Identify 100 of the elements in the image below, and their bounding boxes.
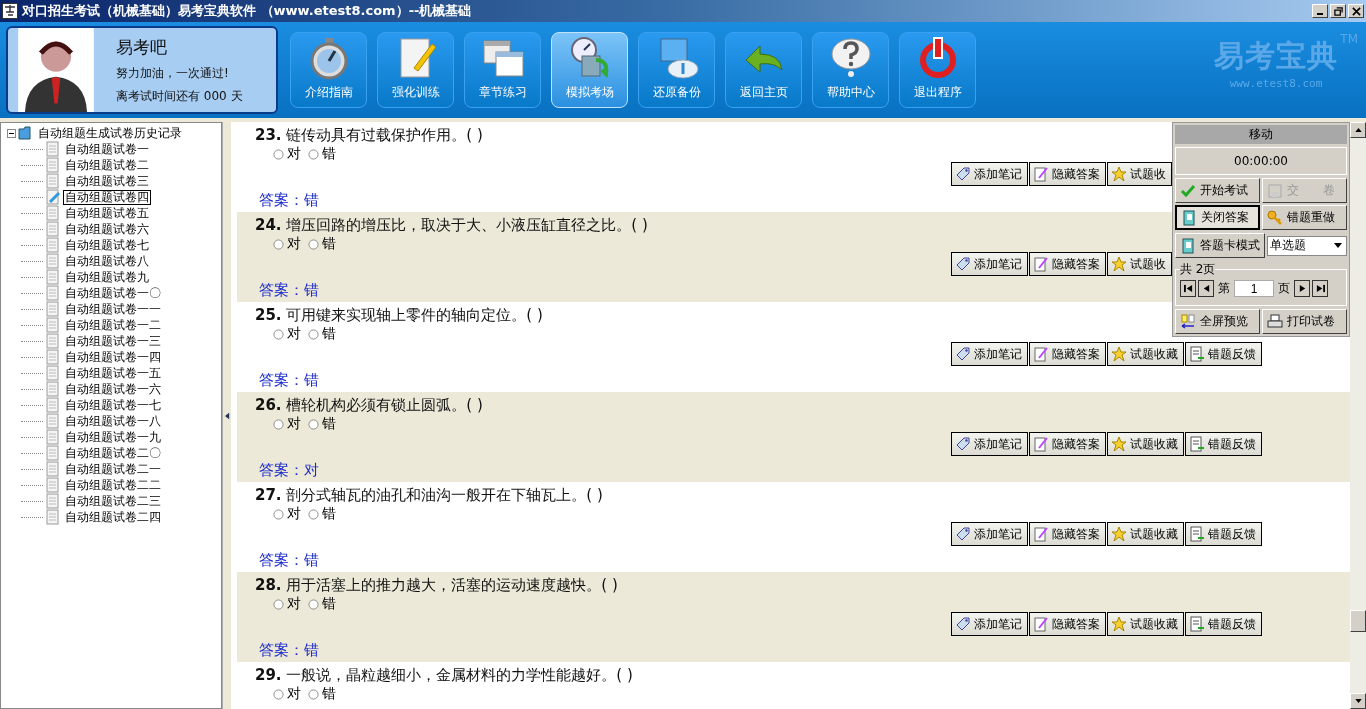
action-button[interactable]: 添加笔记 [951,522,1028,546]
trademark-mark: TM [1340,32,1358,46]
minimize-button[interactable] [1312,4,1328,18]
tree-item[interactable]: 自动组题试卷三 [63,173,151,189]
tree-item[interactable]: 自动组题试卷八 [63,253,151,269]
tree-item[interactable]: 自动组题试卷一〇 [63,285,163,301]
tree-item[interactable]: 自动组题试卷一九 [63,429,163,445]
scroll-thumb[interactable] [1350,610,1366,632]
radio-button[interactable] [273,238,284,250]
radio-button[interactable] [273,598,284,610]
tree-item[interactable]: 自动组题试卷一四 [63,349,163,365]
action-button[interactable]: 添加笔记 [951,252,1028,276]
radio-button[interactable] [308,418,319,430]
toolbar-button[interactable]: 章节练习 [464,32,541,108]
action-button[interactable]: 试题收藏 [1107,612,1184,636]
first-page-button[interactable] [1180,280,1196,297]
answer-text: 答案：对 [259,461,319,480]
splitter[interactable] [222,122,231,709]
tree-item[interactable]: 自动组题试卷六 [63,221,151,237]
toolbar-button[interactable]: 返回主页 [725,32,802,108]
panel-button[interactable]: 全屏预览 [1175,309,1260,334]
action-button[interactable]: 隐藏答案 [1029,252,1106,276]
panel-button[interactable]: 打印试卷 [1262,309,1347,334]
action-button[interactable]: 试题收藏 [1107,342,1184,366]
page-input[interactable]: 1 [1234,280,1274,297]
next-page-button[interactable] [1294,280,1310,297]
vertical-scrollbar[interactable] [1350,122,1366,709]
radio-button[interactable] [308,148,319,160]
tree-item[interactable]: 自动组题试卷一 [63,141,151,157]
radio-button[interactable] [273,688,284,700]
action-button[interactable]: 隐藏答案 [1029,432,1106,456]
tree-item[interactable]: 自动组题试卷一五 [63,365,163,381]
action-button[interactable]: 错题反馈 [1185,522,1262,546]
action-button[interactable]: 隐藏答案 [1029,342,1106,366]
action-button[interactable]: 错题反馈 [1185,432,1262,456]
close-button[interactable] [1348,4,1364,18]
tree-item[interactable]: 自动组题试卷五 [63,205,151,221]
tree-item[interactable]: 自动组题生成试卷历史记录 [36,125,184,141]
radio-button[interactable] [273,148,284,160]
tag-icon [955,346,971,362]
answer-card-button[interactable]: 答题卡模式 [1175,233,1265,258]
document-icon [45,333,61,349]
action-button[interactable]: 错题反馈 [1185,612,1262,636]
toolbar-button[interactable]: 还原备份 [638,32,715,108]
panel-button[interactable]: 开始考试 [1175,178,1260,203]
tree-item[interactable]: 自动组题试卷二三 [63,493,163,509]
action-button[interactable]: 试题收藏 [1107,522,1184,546]
action-button[interactable]: 试题收 [1107,252,1172,276]
panel-title[interactable]: 移动 [1175,125,1347,144]
action-button[interactable]: 试题收 [1107,162,1172,186]
action-button[interactable]: 隐藏答案 [1029,522,1106,546]
toolbar-button[interactable]: 强化训练 [377,32,454,108]
tree-item[interactable]: 自动组题试卷一一 [63,301,163,317]
scroll-up-button[interactable] [1350,122,1366,138]
tree-item[interactable]: 自动组题试卷一七 [63,397,163,413]
tree-item[interactable]: 自动组题试卷七 [63,237,151,253]
action-button[interactable]: 添加笔记 [951,432,1028,456]
tree-item[interactable]: 自动组题试卷一八 [63,413,163,429]
action-button[interactable]: 添加笔记 [951,162,1028,186]
tree-item[interactable]: 自动组题试卷二 [63,157,151,173]
question-type-dropdown[interactable]: 单选题 [1267,235,1347,256]
question-text: 26. 槽轮机构必须有锁止圆弧。( ) [255,395,483,415]
radio-button[interactable] [273,508,284,520]
document-icon [45,221,61,237]
collapse-toggle[interactable] [7,128,16,138]
toolbar-button[interactable]: 介绍指南 [290,32,367,108]
tree-item[interactable]: 自动组题试卷二二 [63,477,163,493]
action-button[interactable]: 添加笔记 [951,342,1028,366]
radio-button[interactable] [273,328,284,340]
tree-item[interactable]: 自动组题试卷二一 [63,461,163,477]
tree-item[interactable]: 自动组题试卷一六 [63,381,163,397]
panel-button[interactable]: 关闭答案 [1175,205,1260,230]
tree-item[interactable]: 自动组题试卷二〇 [63,445,163,461]
radio-button[interactable] [308,688,319,700]
close-icon [1351,6,1361,16]
tree-item[interactable]: 自动组题试卷一二 [63,317,163,333]
action-button[interactable]: 添加笔记 [951,612,1028,636]
action-button[interactable]: 隐藏答案 [1029,612,1106,636]
radio-button[interactable] [308,328,319,340]
last-page-button[interactable] [1312,280,1328,297]
restore-button[interactable] [1330,4,1346,18]
toolbar-button[interactable]: 退出程序 [899,32,976,108]
radio-button[interactable] [308,238,319,250]
toolbar-button[interactable]: 帮助中心 [812,32,889,108]
panel-button[interactable]: 错题重做 [1262,205,1347,230]
action-button[interactable]: 隐藏答案 [1029,162,1106,186]
tree-item[interactable]: 自动组题试卷二四 [63,509,163,525]
tree-item[interactable]: 自动组题试卷一三 [63,333,163,349]
previous-page-button[interactable] [1198,280,1214,297]
answer-text: 答案：错 [259,281,319,300]
action-button[interactable]: 试题收藏 [1107,432,1184,456]
tree-item[interactable]: 自动组题试卷四 [63,189,151,205]
action-button[interactable]: 错题反馈 [1185,342,1262,366]
tree-item[interactable]: 自动组题试卷九 [63,269,151,285]
radio-button[interactable] [273,418,284,430]
option-label: 对 [287,145,301,163]
radio-button[interactable] [308,508,319,520]
scroll-down-button[interactable] [1350,693,1366,709]
radio-button[interactable] [308,598,319,610]
document-icon [45,285,61,301]
